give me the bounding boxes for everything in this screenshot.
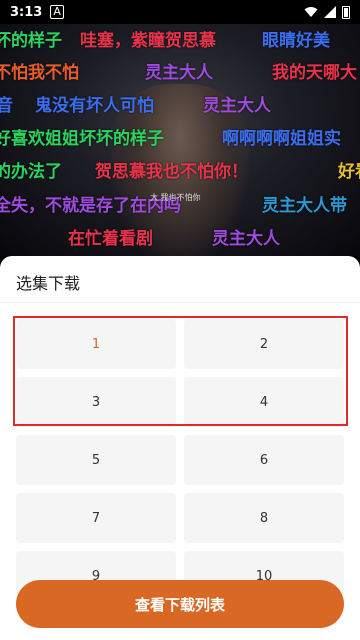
episode-download-sheet: 选集下载 1 2 3 4 5 6 7 8 9 10 查看下载列表 <box>0 256 360 640</box>
status-icons <box>304 5 350 19</box>
video-player[interactable]: 坏的样子 哇塞，紫瞳贺思慕 眼睛好美 不怕我不怕 灵主大人 我的天哪大音鬼没有坏人可怕 灵主… <box>0 24 360 256</box>
episode-button-5[interactable]: 5 <box>16 435 176 485</box>
episode-button-3[interactable]: 3 <box>16 377 176 427</box>
danmaku-comment: 灵主大人 <box>212 229 280 249</box>
danmaku-comment: 灵主大人 <box>203 96 271 116</box>
danmaku-comment: 好看 <box>338 162 360 182</box>
danmaku-comment: 的办法了 <box>0 162 62 182</box>
episode-button-6[interactable]: 6 <box>184 435 344 485</box>
sheet-title: 选集下载 <box>16 274 81 293</box>
danmaku-comment: 眼睛好美 <box>262 31 330 51</box>
danmaku-comment: 我的天哪大 <box>272 63 357 83</box>
video-subtitle: 大 我也不怕你 <box>150 193 201 202</box>
episode-button-7[interactable]: 7 <box>16 493 176 543</box>
view-download-list-button[interactable]: 查看下载列表 <box>16 580 344 628</box>
notification-icon: A <box>50 5 64 19</box>
battery-icon <box>342 5 350 19</box>
episode-button-8[interactable]: 8 <box>184 493 344 543</box>
divider <box>0 302 360 303</box>
danmaku-comment: 在忙着看剧 <box>68 229 153 249</box>
episode-grid: 1 2 3 4 5 6 7 8 9 10 <box>16 319 344 601</box>
episode-button-2[interactable]: 2 <box>184 319 344 369</box>
danmaku-comment: 灵主大人 <box>145 63 213 83</box>
danmaku-comment: 坏的样子 <box>0 31 62 51</box>
danmaku-comment: 哇塞，紫瞳贺思慕 <box>80 31 216 51</box>
status-bar: 3:13 A <box>0 0 360 24</box>
danmaku-comment: 灵主大人带 <box>262 196 347 216</box>
episode-button-1[interactable]: 1 <box>16 319 176 369</box>
danmaku-comment: 不怕我不怕 <box>0 63 79 83</box>
status-time: 3:13 <box>10 4 43 20</box>
danmaku-comment: 好喜欢姐姐坏坏的样子 <box>0 129 164 149</box>
danmaku-comment: 贺思慕我也不怕你！ <box>95 162 248 182</box>
danmaku-comment: 音 <box>0 96 13 116</box>
danmaku-comment: 鬼没有坏人可怕 <box>35 96 154 116</box>
signal-icon <box>324 6 336 18</box>
danmaku-comment: 啊啊啊啊姐姐实 <box>222 129 341 149</box>
wifi-icon <box>304 7 318 17</box>
episode-button-4[interactable]: 4 <box>184 377 344 427</box>
